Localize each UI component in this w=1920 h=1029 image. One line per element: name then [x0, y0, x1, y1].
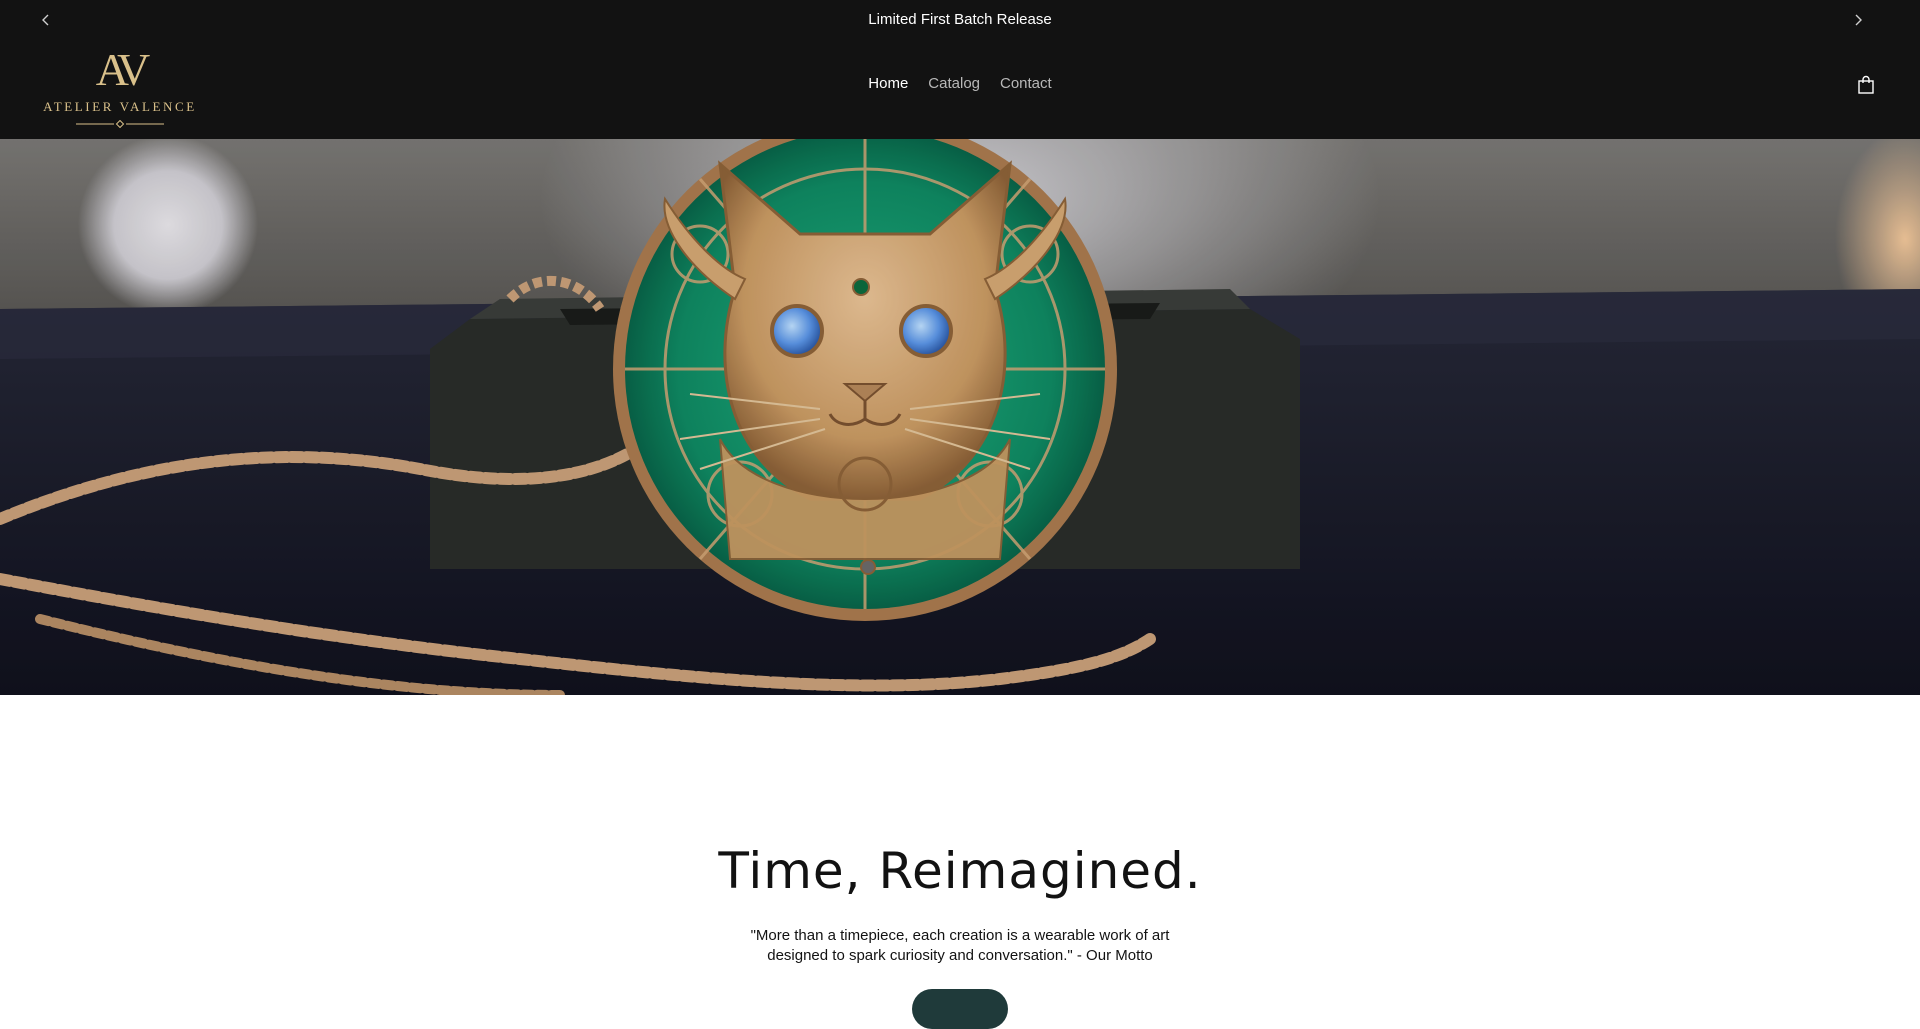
announcement-next-button[interactable]: [1846, 8, 1870, 32]
shop-cta-button[interactable]: [912, 989, 1008, 1029]
cart-button[interactable]: [1855, 74, 1877, 96]
site-header: AV ATELIER VALENCE Home Catalog Contact: [0, 40, 1920, 139]
nav-home[interactable]: Home: [868, 75, 908, 92]
main-nav: Home Catalog Contact: [0, 75, 1920, 92]
chevron-right-icon: [1855, 14, 1862, 26]
shopping-bag-icon: [1858, 75, 1874, 94]
intro-title: Time, Reimagined.: [718, 842, 1202, 900]
logo-divider: [76, 120, 164, 128]
nav-contact[interactable]: Contact: [1000, 75, 1052, 92]
announcement-bar: Limited First Batch Release: [0, 0, 1920, 40]
announcement-text: Limited First Batch Release: [868, 11, 1052, 28]
hero-banner: [0, 139, 1920, 695]
logo-wordmark: ATELIER VALENCE: [43, 99, 197, 114]
nav-catalog[interactable]: Catalog: [928, 75, 980, 92]
intro-quote: "More than a timepiece, each creation is…: [750, 927, 1170, 964]
hero-image: [0, 139, 1920, 695]
